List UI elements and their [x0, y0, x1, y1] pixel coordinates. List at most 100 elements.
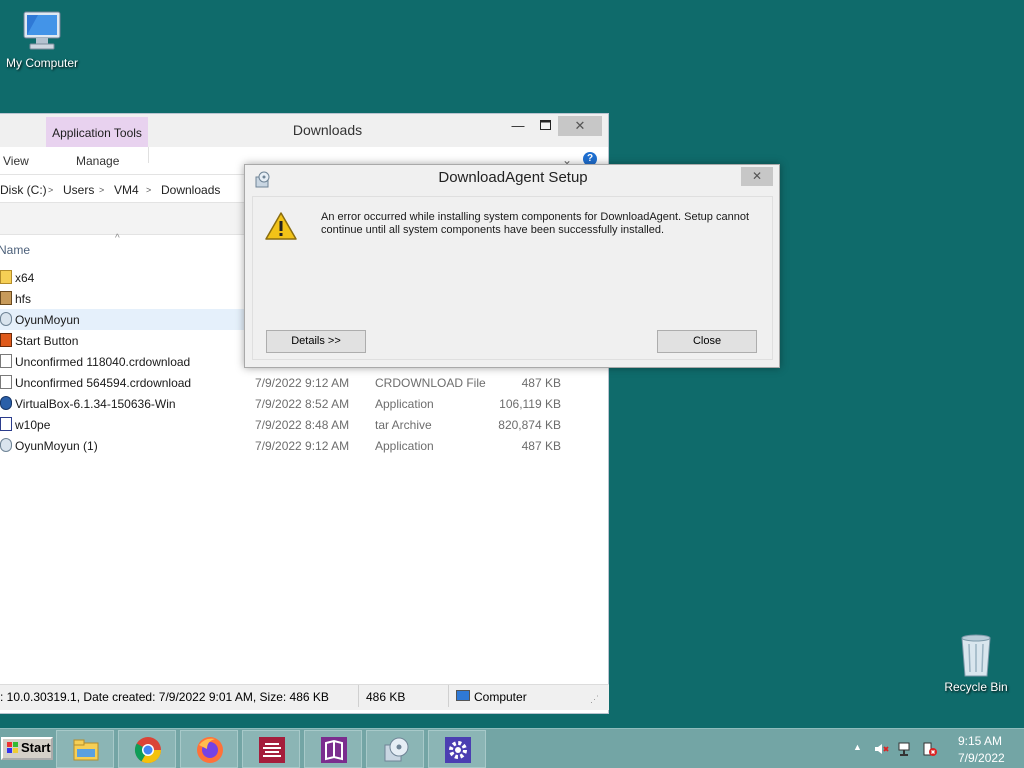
taskbar-chrome[interactable]	[118, 730, 176, 768]
installer-icon	[0, 312, 12, 326]
taskbar: Start ▲ 9:15 AM 7/9/2022	[0, 728, 1024, 768]
minimize-icon: —	[511, 118, 525, 133]
maximize-icon	[539, 120, 551, 130]
file-type: tar Archive	[375, 418, 432, 432]
computer-small-icon	[456, 690, 470, 701]
taskbar-office-suite[interactable]	[304, 730, 362, 768]
breadcrumb-item[interactable]: VM4	[114, 183, 139, 197]
minimize-button[interactable]: —	[504, 116, 532, 136]
dialog-close-button[interactable]: ✕	[741, 167, 773, 186]
details-divider	[358, 685, 359, 707]
warning-icon	[265, 212, 297, 240]
close-icon: ✕	[574, 118, 586, 133]
start-label: Start	[21, 740, 51, 755]
resize-grip-icon[interactable]: ⋰	[590, 694, 599, 705]
file-size: 487 KB	[521, 439, 561, 453]
volume-muted-icon[interactable]	[873, 741, 889, 757]
details-location: Computer	[474, 690, 527, 704]
file-date-modified: 7/9/2022 9:12 AM	[255, 439, 350, 453]
gear-icon	[445, 737, 471, 763]
start-button[interactable]: Start	[1, 737, 53, 760]
file-type: CRDOWNLOAD File	[375, 376, 486, 390]
file-name: w10pe	[15, 418, 51, 432]
desktop-icon-my-computer[interactable]: My Computer	[0, 10, 84, 70]
taskbar-settings[interactable]	[428, 730, 486, 768]
show-hidden-icons-icon[interactable]: ▲	[853, 742, 862, 752]
breadcrumb-item[interactable]: Disk (C:)	[0, 183, 47, 197]
details-divider	[448, 685, 449, 707]
file-name: Unconfirmed 564594.crdownload	[15, 376, 192, 390]
folder-icon	[73, 739, 99, 761]
maximize-button[interactable]	[532, 116, 558, 136]
file-name: hfs	[15, 292, 32, 306]
file-name: OyunMoyun	[15, 313, 80, 327]
close-icon: ✕	[751, 169, 763, 183]
file-name: Start Button	[15, 334, 79, 348]
file-name: OyunMoyun (1)	[15, 439, 98, 453]
taskbar-firefox[interactable]	[180, 730, 238, 768]
desktop-icon-label: Recycle Bin	[944, 680, 1008, 694]
close-window-button[interactable]: ✕	[558, 116, 602, 136]
taskbar-setup-disc[interactable]	[366, 730, 424, 768]
dialog-body: An error occurred while installing syste…	[252, 196, 773, 360]
computer-icon	[23, 11, 61, 50]
file-size: 487 KB	[521, 376, 561, 390]
error-message: An error occurred while installing syste…	[321, 211, 750, 236]
desktop-icon-label: My Computer	[5, 56, 79, 70]
clock-date[interactable]: 7/9/2022	[958, 751, 1005, 765]
windows-logo-icon	[7, 742, 18, 753]
explorer-titlebar: Application Tools Downloads — ✕	[0, 114, 608, 147]
taskbar-file-explorer[interactable]	[56, 730, 114, 768]
tab-manage[interactable]: Manage	[76, 154, 119, 168]
file-row[interactable]: OyunMoyun (1) 7/9/2022 9:12 AM Application…	[0, 435, 608, 456]
file-name: x64	[15, 271, 35, 285]
details-text: : 10.0.30319.1, Date created: 7/9/2022 9…	[0, 690, 329, 704]
file-date-modified: 7/9/2022 9:12 AM	[255, 376, 350, 390]
setup-disc-icon	[384, 737, 409, 762]
breadcrumb-separator-icon: >	[99, 185, 105, 195]
ribbon-divider	[148, 147, 149, 163]
office-suite-icon	[321, 737, 347, 763]
action-center-alert-icon[interactable]	[922, 741, 938, 757]
details-button[interactable]: Details >>	[266, 330, 366, 353]
image-icon	[0, 333, 12, 347]
breadcrumb-separator-icon: >	[48, 185, 54, 195]
firefox-icon	[197, 737, 223, 763]
file-icon	[0, 354, 12, 368]
breadcrumb-item[interactable]: Downloads	[161, 183, 220, 197]
file-size: 106,119 KB	[499, 397, 561, 411]
installer-icon	[0, 438, 12, 452]
file-date-modified: 7/9/2022 8:48 AM	[255, 418, 350, 432]
breadcrumb-separator-icon: >	[146, 185, 152, 195]
sort-ascending-icon: ^	[115, 233, 120, 244]
text-editor-icon	[259, 737, 285, 763]
file-row[interactable]: w10pe 7/9/2022 8:48 AM tar Archive 820,874 …	[0, 414, 608, 435]
archive-icon	[0, 291, 12, 305]
file-name: Unconfirmed 118040.crdownload	[15, 355, 191, 369]
file-name: VirtualBox-6.1.34-150636-Win	[15, 397, 176, 411]
column-header-name[interactable]: Name	[0, 243, 30, 257]
tab-application-tools[interactable]: Application Tools	[46, 117, 148, 147]
close-button[interactable]: Close	[657, 330, 757, 353]
file-row[interactable]: VirtualBox-6.1.34-150636-Win 7/9/2022 8:5…	[0, 393, 608, 414]
clock-time[interactable]: 9:15 AM	[958, 734, 1002, 748]
file-type: Application	[375, 439, 434, 453]
details-size: 486 KB	[366, 690, 406, 704]
tar-icon	[0, 417, 12, 431]
file-size: 820,874 KB	[498, 418, 561, 432]
desktop-icon-recycle-bin[interactable]: Recycle Bin	[934, 632, 1018, 694]
file-type: Application	[375, 397, 434, 411]
window-title: Downloads	[292, 122, 363, 138]
virtualbox-icon	[0, 396, 12, 410]
file-icon	[0, 375, 12, 389]
setup-error-dialog: DownloadAgent Setup ✕ An error occurred …	[244, 164, 780, 368]
recycle-bin-icon	[961, 634, 991, 677]
breadcrumb-item[interactable]: Users	[63, 183, 94, 197]
file-row[interactable]: Unconfirmed 564594.crdownload 7/9/2022 9:…	[0, 372, 608, 393]
details-bar: : 10.0.30319.1, Date created: 7/9/2022 9…	[0, 684, 609, 710]
network-icon[interactable]	[898, 741, 914, 757]
taskbar-text-editor[interactable]	[242, 730, 300, 768]
tab-view[interactable]: View	[3, 154, 29, 168]
file-date-modified: 7/9/2022 8:52 AM	[255, 397, 350, 411]
dialog-title: DownloadAgent Setup	[438, 169, 588, 186]
